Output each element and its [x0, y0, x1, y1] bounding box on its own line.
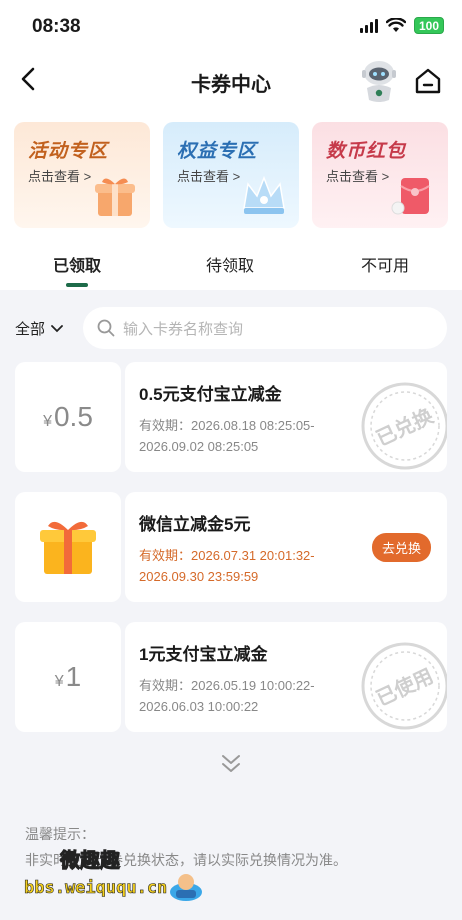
coupon-name: 微信立减金5元 — [139, 515, 251, 534]
tab-received[interactable]: 已领取 — [17, 252, 137, 276]
promo-activity-zone[interactable]: 活动专区 点击查看 > — [14, 122, 150, 228]
coupon-value — [15, 492, 121, 602]
search-placeholder: 输入卡券名称查询 — [123, 320, 244, 338]
promo-title: 权益专区 — [177, 141, 258, 162]
coupon-validity: 有效期：2026.07.31 20:01:32- 2026.09.30 23:5… — [139, 545, 339, 587]
coupon-card[interactable]: ¥1 1元支付宝立减金 有效期：2026.05.19 10:00:22- 202… — [15, 617, 447, 737]
header-area: 08:38 100 卡券中心 活动专区 点击查看 > 权益专区 点击查看 > 数… — [0, 0, 462, 290]
chevron-down-icon — [51, 324, 63, 332]
currency-symbol: ¥ — [54, 673, 64, 690]
coupon-card[interactable]: ¥0.5 0.5元支付宝立减金 有效期：2026.08.18 08:25:05-… — [15, 357, 447, 477]
promo-subtitle: 点击查看 > — [28, 169, 92, 184]
status-time: 08:38 — [32, 16, 81, 37]
watermark-logo: 微趣趣 bbs.weiququ.cn — [16, 842, 206, 908]
promo-title: 活动专区 — [28, 141, 109, 162]
active-tab-indicator — [66, 283, 88, 287]
coupon-name: 0.5元支付宝立减金 — [139, 385, 282, 404]
coupon-card[interactable]: 微信立减金5元 有效期：2026.07.31 20:01:32- 2026.09… — [15, 487, 447, 607]
coupon-amount: 1 — [65, 661, 82, 692]
promo-title: 数币红包 — [326, 141, 407, 162]
wifi-icon — [385, 18, 406, 32]
signal-icon — [359, 18, 378, 33]
battery-indicator: 100 — [413, 17, 444, 34]
validity-line: 有效期：2026.08.18 08:25:05- — [139, 418, 315, 433]
validity-line: 有效期：2026.07.31 20:01:32- — [139, 548, 315, 563]
currency-symbol: ¥ — [43, 413, 52, 430]
coupon-details: 微信立减金5元 有效期：2026.07.31 20:01:32- 2026.09… — [125, 492, 447, 602]
tab-unavailable[interactable]: 不可用 — [325, 252, 445, 276]
mascot-icon — [170, 874, 202, 901]
watermark-title: 微趣趣 — [60, 850, 121, 873]
coupon-value: ¥0.5 — [15, 362, 121, 472]
double-chevron-down-icon[interactable] — [219, 753, 243, 775]
promo-cards: 活动专区 点击查看 > 权益专区 点击查看 > 数币红包 点击查看 > — [14, 122, 448, 228]
gift-box-icon — [95, 178, 135, 216]
search-input[interactable]: 输入卡券名称查询 — [83, 307, 447, 349]
home-icon[interactable] — [413, 66, 443, 96]
crown-icon — [243, 175, 285, 214]
stamp-text: 已兑换 — [372, 403, 437, 451]
watermark-url: bbs.weiququ.cn — [24, 878, 168, 899]
coupon-amount: 0.5 — [53, 401, 93, 432]
redeemed-stamp: 已兑换 — [361, 382, 447, 470]
tips-title: 温馨提示： — [25, 826, 95, 842]
search-icon — [97, 319, 115, 337]
promo-subtitle: 点击查看 > — [326, 169, 390, 184]
used-stamp: 已使用 — [361, 642, 447, 730]
tab-pending[interactable]: 待领取 — [170, 252, 290, 276]
redeem-button[interactable]: 去兑换 — [371, 533, 431, 562]
coupon-validity: 有效期：2026.08.18 08:25:05- 2026.09.02 08:2… — [139, 415, 339, 457]
coupon-details: 1元支付宝立减金 有效期：2026.05.19 10:00:22- 2026.0… — [125, 622, 447, 732]
nav-bar: 卡券中心 — [0, 52, 462, 110]
validity-line: 2026.09.02 08:25:05 — [139, 439, 259, 454]
promo-benefits-zone[interactable]: 权益专区 点击查看 > — [163, 122, 299, 228]
stamp-text: 已使用 — [372, 664, 437, 711]
promo-subtitle: 点击查看 > — [177, 169, 241, 184]
filter-dropdown[interactable]: 全部 — [15, 318, 63, 339]
gift-box-icon — [40, 521, 96, 574]
status-bar: 08:38 100 — [0, 0, 462, 52]
status-icons: 100 — [359, 17, 444, 34]
red-packet-icon — [391, 178, 430, 215]
promo-digital-red-packet[interactable]: 数币红包 点击查看 > — [312, 122, 448, 228]
coupon-name: 1元支付宝立减金 — [139, 645, 268, 664]
validity-line: 2026.06.03 10:00:22 — [139, 699, 259, 714]
validity-line: 2026.09.30 23:59:59 — [139, 569, 259, 584]
validity-line: 有效期：2026.05.19 10:00:22- — [139, 678, 315, 693]
filter-label: 全部 — [15, 321, 46, 338]
coupon-details: 0.5元支付宝立减金 有效期：2026.08.18 08:25:05- 2026… — [125, 362, 447, 472]
coupon-value: ¥1 — [15, 622, 121, 732]
coupon-tabs: 已领取 待领取 不可用 — [0, 246, 462, 290]
coupon-validity: 有效期：2026.05.19 10:00:22- 2026.06.03 10:0… — [139, 675, 339, 717]
assistant-robot-icon[interactable] — [358, 58, 400, 104]
